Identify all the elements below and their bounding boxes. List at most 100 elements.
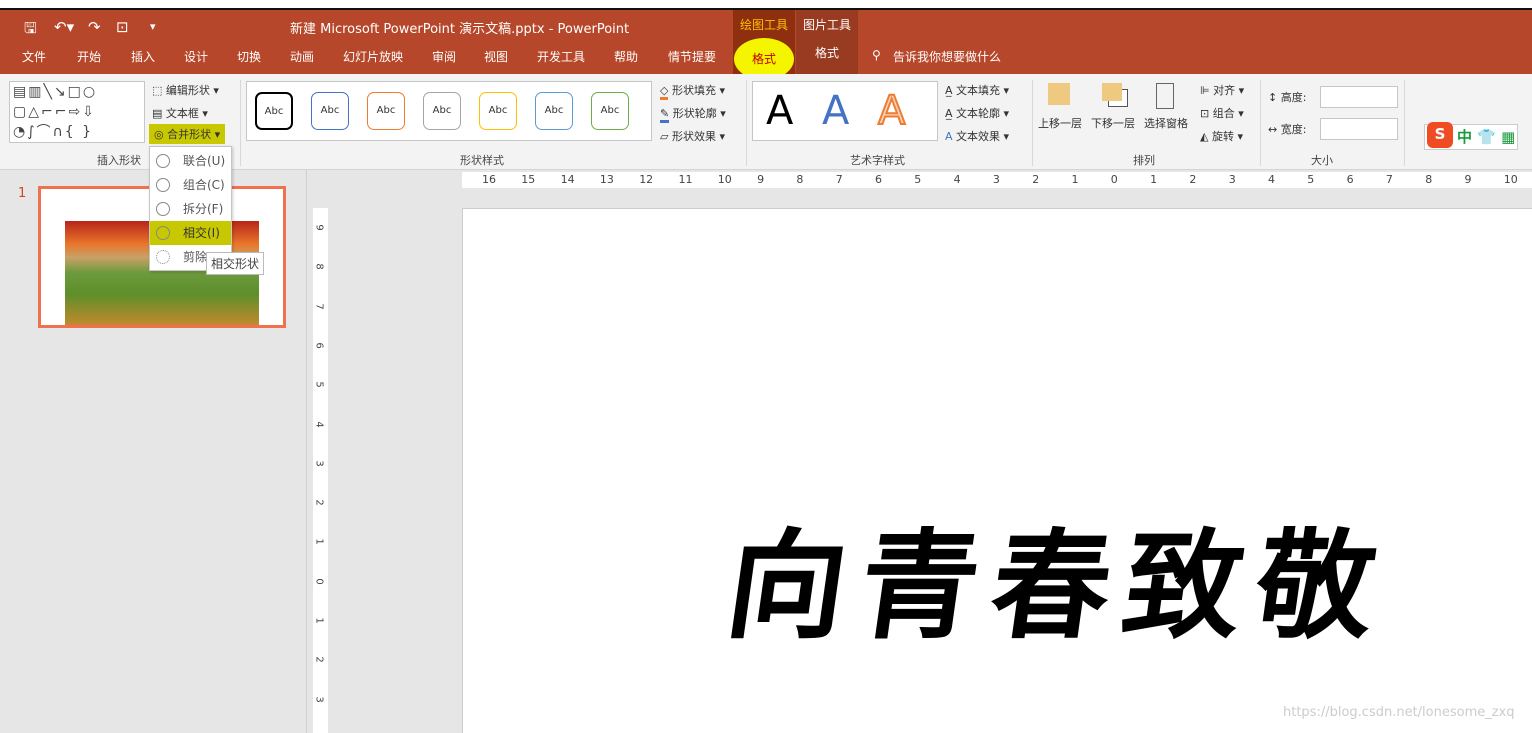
text-outline-button[interactable]: A̲ 文本轮廓 ▾	[945, 105, 1009, 121]
tell-me-input[interactable]: 告诉我你想要做什么	[893, 48, 1001, 65]
shape-fill-button[interactable]: ◇ 形状填充 ▾	[660, 82, 725, 100]
selection-pane-button[interactable]: 选择窗格	[1144, 115, 1188, 131]
ruler-tick-label: 2	[1032, 173, 1040, 186]
ruler-tick-label: 2	[313, 499, 325, 506]
ruler-tick-label: 13	[599, 173, 614, 186]
send-backward-button[interactable]: 下移一层	[1091, 115, 1135, 131]
merge-menu-item-label: 剪除	[183, 250, 208, 264]
merge-menu-item[interactable]: 组合(C)	[150, 173, 231, 197]
ruler-tick-label: 7	[835, 173, 843, 186]
ruler-tick-label: 2	[313, 656, 325, 663]
save-icon[interactable]: 🖫	[24, 18, 37, 43]
tab-7[interactable]: 审阅	[432, 48, 456, 65]
ruler-tick-label: 12	[639, 173, 654, 186]
ruler-tick-label: 10	[1503, 173, 1518, 186]
ruler-tick-label: 2	[1189, 173, 1197, 186]
title-bar: 🖫 ↶▾ ↷ ⊡ ▾ 新建 Microsoft PowerPoint 演示文稿.…	[0, 8, 1532, 80]
shape-style-preset[interactable]: Abc	[423, 92, 461, 130]
shape-style-preset[interactable]: Abc	[591, 92, 629, 130]
undo-icon[interactable]: ↶▾	[54, 18, 74, 36]
align-button[interactable]: ⊫ 对齐 ▾	[1200, 82, 1244, 98]
height-input[interactable]	[1320, 86, 1398, 108]
merge-menu-item-label: 联合(U)	[183, 154, 226, 168]
shape-glyphs: ▤▥╲↘□○ ▢△⌐⌐⇨⇩ ◔∫⌒∩{ }	[13, 84, 98, 140]
tab-5[interactable]: 动画	[290, 48, 314, 65]
ruler-tick-label: 6	[875, 173, 882, 186]
ruler-tick-label: 3	[313, 695, 325, 703]
customize-icon[interactable]: ▾	[150, 20, 156, 33]
shapes-gallery[interactable]: ▤▥╲↘□○ ▢△⌐⌐⇨⇩ ◔∫⌒∩{ }	[9, 81, 145, 143]
merge-shape-icon	[156, 202, 170, 216]
bring-forward-icon	[1048, 83, 1070, 105]
ruler-tick-label: 9	[757, 173, 765, 186]
edit-shape-button[interactable]: ⬚ 编辑形状 ▾	[152, 82, 219, 98]
merge-menu-item[interactable]: 拆分(F)	[150, 197, 231, 221]
tab-11[interactable]: 情节提要	[668, 48, 716, 65]
merge-shape-icon	[156, 226, 170, 240]
rotate-button[interactable]: ◭ 旋转 ▾	[1200, 128, 1243, 144]
merge-menu-item-label: 组合(C)	[183, 178, 225, 192]
ruler-tick-label: 4	[1268, 173, 1275, 186]
ruler-tick-label: 8	[313, 263, 325, 270]
tab-2[interactable]: 插入	[131, 48, 155, 65]
width-input[interactable]	[1320, 118, 1398, 140]
calligraphy-text[interactable]: 向青春致敬	[718, 490, 1402, 661]
ruler-tick-label: 3	[1228, 173, 1236, 186]
horizontal-ruler[interactable]: 16 15 14 13 12 11 10 9 8 7 6 5 4 3 2 1 0 1 2 3 4 5 6 7 8 9 10	[462, 172, 1532, 188]
vertical-ruler[interactable]: 9 8 7 6 5 4 3 2 1 0 1 2 3	[313, 208, 328, 733]
tab-1[interactable]: 开始	[77, 48, 101, 65]
shape-style-preset[interactable]: Abc	[535, 92, 573, 130]
slideshow-from-start-icon[interactable]: ⊡	[116, 18, 129, 36]
text-fill-button[interactable]: A̲ 文本填充 ▾	[945, 82, 1009, 98]
tab-picture-format[interactable]: 格式	[796, 44, 858, 61]
ruler-tick-label: 1	[313, 617, 325, 624]
divider	[1032, 80, 1033, 166]
width-label: ↔ 宽度:	[1268, 123, 1307, 136]
ime-toolbar[interactable]: S 中 👕 ▦	[1424, 122, 1518, 150]
shape-style-preset[interactable]: Abc	[255, 92, 293, 130]
shape-effects-button[interactable]: ▱ 形状效果 ▾	[660, 128, 725, 144]
search-icon: ⚲	[872, 48, 881, 62]
text-effects-button[interactable]: A 文本效果 ▾	[945, 128, 1009, 144]
ruler-tick-label: 8	[796, 173, 804, 186]
shape-style-preset[interactable]: Abc	[479, 92, 517, 130]
tab-9[interactable]: 开发工具	[537, 48, 585, 65]
shape-style-preset[interactable]: Abc	[367, 92, 405, 130]
tab-8[interactable]: 视图	[484, 48, 508, 65]
divider	[1404, 80, 1405, 166]
tab-3[interactable]: 设计	[184, 48, 208, 65]
wordart-sample-orange[interactable]: A	[877, 87, 906, 135]
group-button[interactable]: ⊡ 组合 ▾	[1200, 105, 1244, 121]
tab-6[interactable]: 幻灯片放映	[343, 48, 403, 65]
wordart-sample-blue[interactable]: A	[822, 88, 849, 134]
merge-shapes-button[interactable]: ◎ 合并形状 ▾	[149, 124, 226, 144]
wordart-sample-black[interactable]: A	[766, 88, 793, 134]
divider	[1260, 80, 1261, 166]
height-label: ↕ 高度:	[1268, 91, 1307, 104]
context-group-label: 图片工具	[802, 18, 851, 32]
divider	[240, 80, 241, 166]
ruler-tick-label: 16	[482, 173, 496, 186]
tab-10[interactable]: 帮助	[614, 48, 638, 65]
tab-4[interactable]: 切换	[237, 48, 261, 65]
redo-icon[interactable]: ↷	[88, 18, 101, 36]
group-label-arrange: 排列	[1133, 154, 1155, 167]
merge-menu-item[interactable]: 联合(U)	[150, 149, 231, 173]
ruler-tick-label: 8	[1425, 173, 1433, 186]
merge-shape-icon	[156, 178, 170, 192]
ruler-tick-label: 9	[1464, 173, 1472, 186]
merge-menu-item-label: 相交(I)	[183, 226, 220, 240]
shape-style-preset[interactable]: Abc	[311, 92, 349, 130]
ruler-tick-label: 6	[313, 342, 325, 349]
ruler-tick-label: 0	[1110, 173, 1118, 186]
merge-menu-item[interactable]: 相交(I)	[150, 221, 231, 245]
bring-forward-button[interactable]: 上移一层	[1038, 115, 1082, 131]
ruler-tick-label: 14	[560, 173, 575, 186]
selection-pane-icon	[1156, 83, 1174, 109]
text-box-button[interactable]: ▤ 文本框 ▾	[152, 105, 208, 121]
shape-outline-button[interactable]: ✎ 形状轮廓 ▾	[660, 105, 726, 123]
ruler-tick-label: 6	[1346, 173, 1354, 186]
slide-number: 1	[18, 186, 27, 201]
tab-0[interactable]: 文件	[22, 48, 46, 65]
group-label-wordart: 艺术字样式	[850, 154, 905, 167]
